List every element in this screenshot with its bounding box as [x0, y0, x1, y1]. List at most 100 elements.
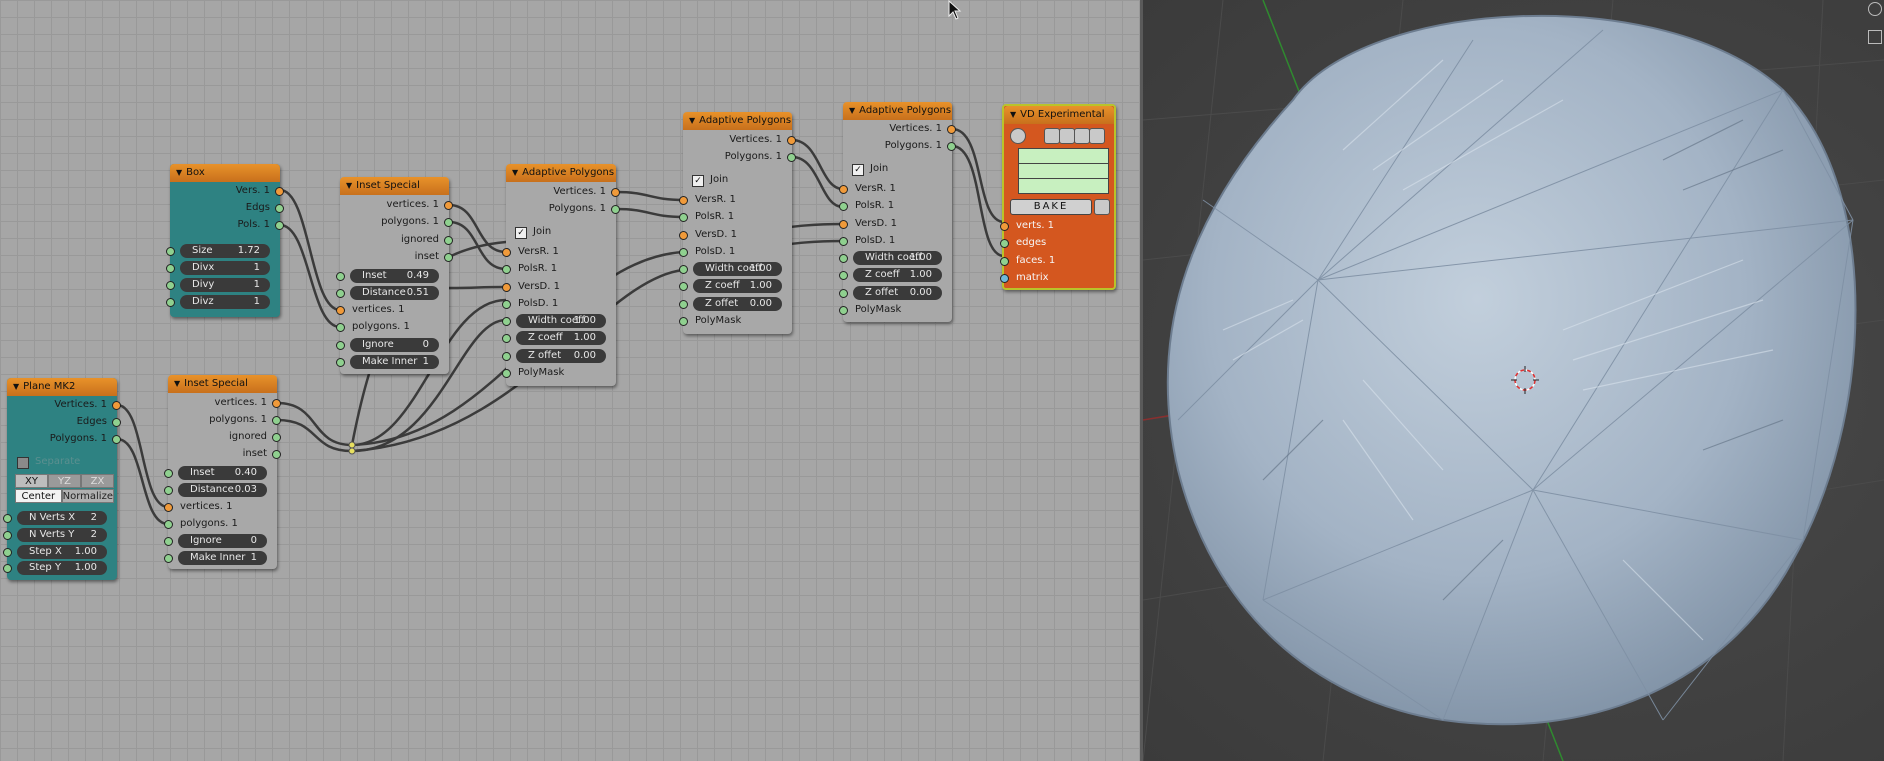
- output-socket[interactable]: [275, 187, 284, 196]
- ignore-field[interactable]: Ignore 0: [178, 534, 267, 548]
- ignore-field[interactable]: Ignore 0: [350, 338, 439, 352]
- inset-node-header[interactable]: ▼ Inset Special: [340, 177, 449, 195]
- step-y-field[interactable]: Step Y 1.00: [17, 561, 107, 575]
- collapse-triangle-icon[interactable]: ▼: [174, 379, 180, 388]
- collapse-triangle-icon[interactable]: ▼: [13, 382, 19, 391]
- n-verts-y-field[interactable]: N Verts Y 2: [17, 528, 107, 542]
- input-socket[interactable]: [336, 358, 345, 367]
- input-socket[interactable]: [502, 283, 511, 292]
- axis-xy-button[interactable]: XY: [15, 474, 48, 488]
- view-gizmo-icon[interactable]: [1868, 2, 1882, 16]
- input-socket[interactable]: [336, 272, 345, 281]
- input-socket[interactable]: [839, 254, 848, 263]
- output-socket[interactable]: [272, 450, 281, 459]
- input-socket[interactable]: [166, 247, 175, 256]
- output-socket[interactable]: [611, 188, 620, 197]
- collapse-triangle-icon[interactable]: ▼: [849, 106, 855, 115]
- z-coeff-field[interactable]: Z coeff 1.00: [516, 331, 606, 345]
- input-socket[interactable]: [502, 352, 511, 361]
- input-socket[interactable]: [3, 564, 12, 573]
- adaptive-node-header[interactable]: ▼ Adaptive Polygons ...: [506, 164, 616, 182]
- normalize-button[interactable]: Normalize: [61, 489, 114, 503]
- make-inner-field[interactable]: Make Inner 1: [350, 355, 439, 369]
- join-checkbox[interactable]: ✓: [515, 227, 527, 239]
- output-socket[interactable]: [787, 153, 796, 162]
- make-inner-field[interactable]: Make Inner 1: [178, 551, 267, 565]
- adaptive-node-header[interactable]: ▼ Adaptive Polygons ...: [843, 102, 952, 120]
- distance-field[interactable]: Distance 0.03: [178, 483, 267, 497]
- center-button[interactable]: Center: [15, 489, 62, 503]
- input-socket[interactable]: [679, 231, 688, 240]
- adaptive-polygons-node-3[interactable]: ▼ Adaptive Polygons ... Vertices. 1 Polyg…: [839, 102, 956, 322]
- input-socket[interactable]: [3, 548, 12, 557]
- wire-display-icon[interactable]: [1059, 128, 1075, 144]
- join-checkbox[interactable]: ✓: [852, 164, 864, 176]
- adaptive-polygons-node-2[interactable]: ▼ Adaptive Polygons ... Vertices. 1 Polyg…: [679, 112, 796, 334]
- size-field[interactable]: Size 1.72: [180, 244, 270, 258]
- distance-field[interactable]: Distance 0.51: [350, 286, 439, 300]
- divx-field[interactable]: Divx 1: [180, 261, 270, 275]
- output-socket[interactable]: [444, 253, 453, 262]
- input-socket[interactable]: [679, 300, 688, 309]
- input-socket[interactable]: [679, 248, 688, 257]
- adaptive-polygons-node-1[interactable]: ▼ Adaptive Polygons ... Vertices. 1 Polyg…: [502, 164, 620, 386]
- input-socket[interactable]: [336, 306, 345, 315]
- mesh-display-icon[interactable]: [1044, 128, 1060, 144]
- output-socket[interactable]: [272, 416, 281, 425]
- eye-icon[interactable]: [1010, 128, 1026, 144]
- output-socket[interactable]: [947, 125, 956, 134]
- inset-special-node-2[interactable]: ▼ Inset Special vertices. 1 polygons. 1 i…: [164, 375, 281, 569]
- input-socket[interactable]: [166, 298, 175, 307]
- input-socket[interactable]: [502, 300, 511, 309]
- input-socket[interactable]: [164, 554, 173, 563]
- input-socket[interactable]: [1000, 274, 1009, 283]
- collapse-triangle-icon[interactable]: ▼: [689, 116, 695, 125]
- input-socket[interactable]: [839, 202, 848, 211]
- output-socket[interactable]: [112, 418, 121, 427]
- input-socket[interactable]: [839, 289, 848, 298]
- output-socket[interactable]: [444, 218, 453, 227]
- z-offset-field[interactable]: Z offet 0.00: [853, 286, 942, 300]
- z-coeff-field[interactable]: Z coeff 1.00: [853, 268, 942, 282]
- shade-display-icon[interactable]: [1074, 128, 1090, 144]
- box-node-header[interactable]: ▼ Box: [170, 164, 280, 182]
- input-socket[interactable]: [502, 248, 511, 257]
- output-socket[interactable]: [444, 201, 453, 210]
- input-socket[interactable]: [3, 514, 12, 523]
- divy-field[interactable]: Divy 1: [180, 278, 270, 292]
- input-socket[interactable]: [839, 271, 848, 280]
- collapse-triangle-icon[interactable]: ▼: [512, 168, 518, 177]
- face-color-swatch[interactable]: [1018, 178, 1109, 194]
- input-socket[interactable]: [679, 317, 688, 326]
- separate-checkbox[interactable]: [17, 457, 29, 469]
- input-socket[interactable]: [502, 369, 511, 378]
- input-socket[interactable]: [164, 520, 173, 529]
- vd-experimental-node[interactable]: ▼ VD Experimental BAKE verts. 1 edges fac…: [1000, 104, 1116, 290]
- input-socket[interactable]: [164, 486, 173, 495]
- step-x-field[interactable]: Step X 1.00: [17, 545, 107, 559]
- input-socket[interactable]: [679, 196, 688, 205]
- vertex-color-swatch[interactable]: [1018, 148, 1109, 164]
- n-verts-x-field[interactable]: N Verts X 2: [17, 511, 107, 525]
- bake-button[interactable]: BAKE: [1010, 199, 1092, 215]
- mesh-object[interactable]: [1166, 14, 1857, 726]
- mode-selector[interactable]: Center Normalize: [15, 489, 114, 503]
- output-socket[interactable]: [275, 204, 284, 213]
- collapse-triangle-icon[interactable]: ▼: [176, 168, 182, 177]
- input-socket[interactable]: [336, 323, 345, 332]
- z-offset-field[interactable]: Z offet 0.00: [516, 349, 606, 363]
- width-coeff-field[interactable]: Width coeff 1.00: [516, 314, 606, 328]
- input-socket[interactable]: [502, 265, 511, 274]
- join-checkbox[interactable]: ✓: [692, 175, 704, 187]
- input-socket[interactable]: [1000, 257, 1009, 266]
- input-socket[interactable]: [502, 334, 511, 343]
- normals-display-icon[interactable]: [1089, 128, 1105, 144]
- box-node[interactable]: ▼ Box Vers. 1 Edgs Pols. 1 Size 1.72 Divx 1…: [166, 164, 284, 317]
- output-socket[interactable]: [272, 399, 281, 408]
- z-coeff-field[interactable]: Z coeff 1.00: [693, 279, 782, 293]
- width-coeff-field[interactable]: Width coeff 1.00: [853, 251, 942, 265]
- output-socket[interactable]: [611, 205, 620, 214]
- axis-zx-button[interactable]: ZX: [81, 474, 114, 488]
- input-socket[interactable]: [336, 289, 345, 298]
- 3d-viewport[interactable]: [1143, 0, 1884, 761]
